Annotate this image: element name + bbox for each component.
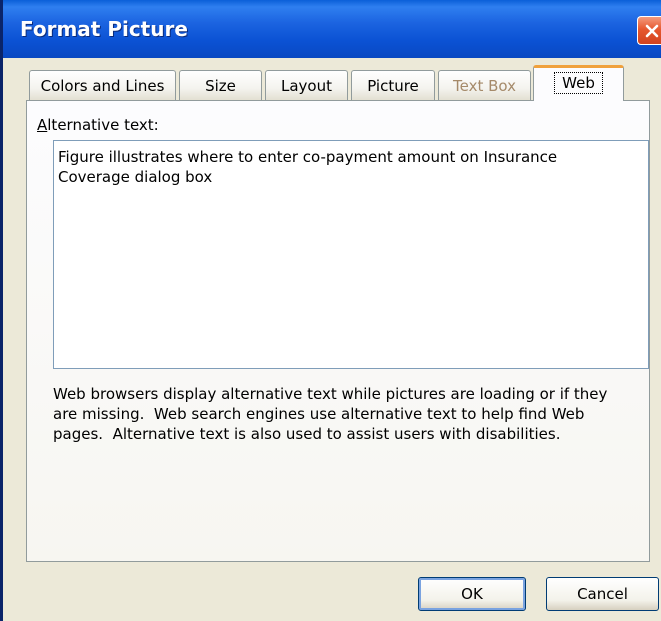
alternative-text-label: Alternative text: (37, 116, 159, 134)
title-bar[interactable]: Format Picture (3, 0, 661, 58)
tab-label: Colors and Lines (40, 77, 165, 95)
alternative-text-label-rest: lternative text: (47, 116, 159, 134)
tab-web[interactable]: Web (533, 65, 624, 101)
tab-label: Picture (367, 77, 419, 95)
tab-label: Size (205, 77, 236, 95)
tab-colors-and-lines[interactable]: Colors and Lines (29, 70, 176, 100)
ok-button[interactable]: OK (418, 577, 526, 611)
tab-label: Layout (281, 77, 332, 95)
help-text: Web browsers display alternative text wh… (53, 385, 608, 443)
tab-picture[interactable]: Picture (351, 70, 435, 100)
tab-label: Text Box (453, 77, 516, 95)
tab-label: Web (554, 72, 603, 94)
close-button[interactable] (637, 16, 661, 45)
alternative-text-input[interactable]: Figure illustrates where to enter co-pay… (53, 140, 649, 369)
tab-size[interactable]: Size (179, 70, 262, 100)
close-icon (645, 24, 659, 38)
cancel-button[interactable]: Cancel (546, 577, 659, 611)
format-picture-dialog: Format Picture Colors and Lines Size Lay… (0, 0, 661, 621)
tab-layout[interactable]: Layout (265, 70, 348, 100)
tab-text-box: Text Box (438, 70, 531, 100)
access-key: A (37, 116, 48, 134)
dialog-title: Format Picture (20, 17, 188, 41)
